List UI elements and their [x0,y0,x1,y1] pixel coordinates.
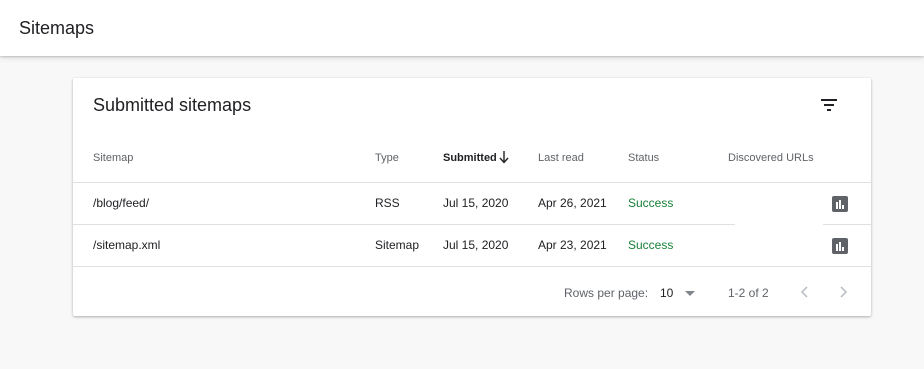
column-header-last-read[interactable]: Last read [538,152,584,164]
chevron-right-icon [840,286,848,298]
bar-chart-icon[interactable] [832,238,848,254]
row-divider [823,224,871,225]
cell-submitted: Jul 15, 2020 [443,196,509,210]
column-header-status[interactable]: Status [628,152,659,164]
row-divider [73,224,735,225]
card-title: Submitted sitemaps [93,95,252,115]
bar-chart-icon[interactable] [832,196,848,212]
cell-type: RSS [375,196,400,210]
top-bar: Sitemaps [0,0,924,56]
rows-per-page-select[interactable]: 10 [657,283,697,303]
filter-button[interactable] [815,92,843,120]
rows-per-page-value: 10 [660,286,674,300]
column-header-sitemap[interactable]: Sitemap [93,152,133,164]
cell-last-read: Apr 23, 2021 [538,238,607,252]
cell-last-read: Apr 26, 2021 [538,196,607,210]
previous-page-button[interactable] [795,281,815,303]
chevron-left-icon [800,286,808,298]
arrow-down-icon[interactable] [498,150,510,164]
column-header-discovered-urls[interactable]: Discovered URLs [728,152,814,164]
column-header-type[interactable]: Type [375,152,399,164]
page-title: Sitemaps [19,18,95,38]
cell-status: Success [628,238,674,252]
cell-type: Sitemap [375,238,420,252]
column-header-submitted[interactable]: Submitted [443,152,497,164]
next-page-button[interactable] [833,281,853,303]
cell-status: Success [628,196,674,210]
rows-per-page-label: Rows per page: [564,286,649,300]
cell-sitemap: /blog/feed/ [93,196,150,210]
header-divider [73,182,871,183]
dropdown-arrow-icon [685,291,695,296]
cell-submitted: Jul 15, 2020 [443,238,509,252]
filter-list-icon [821,99,837,111]
table-bottom-divider [73,266,871,267]
cell-sitemap: /sitemap.xml [93,238,161,252]
pagination-range: 1-2 of 2 [728,286,769,300]
submitted-sitemaps-card: Submitted sitemaps Sitemap Type Submitte… [73,78,871,316]
